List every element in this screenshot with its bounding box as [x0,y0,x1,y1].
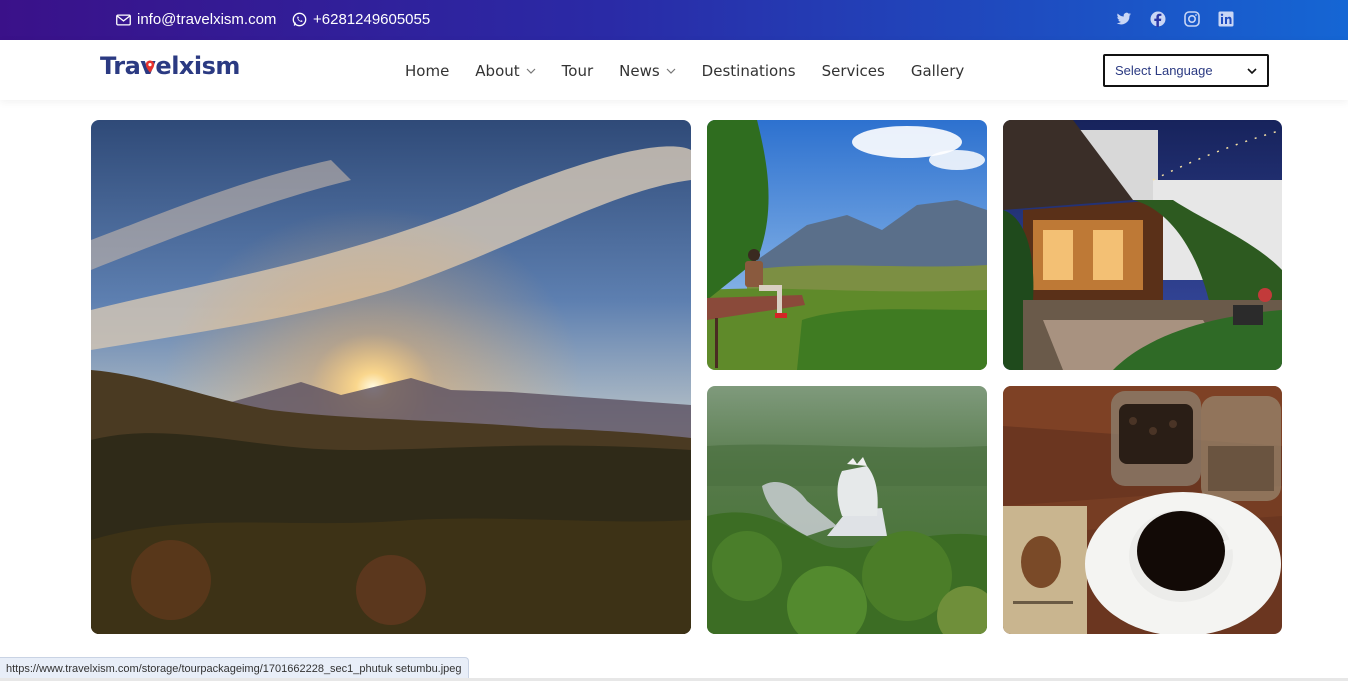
nav-menu: Home About Tour News Destinations Servic… [405,62,964,80]
gallery-image-coffee[interactable] [1003,386,1282,634]
email-text[interactable]: info@travelxism.com [137,11,276,28]
language-select-label: Select Language [1115,63,1213,78]
whatsapp-icon [292,12,307,27]
location-pin-icon [145,51,155,73]
status-url-text: https://www.travelxism.com/storage/tourp… [6,662,462,675]
email-contact[interactable]: info@travelxism.com [116,11,276,28]
phone-contact[interactable]: +6281249605055 [292,11,430,28]
nav-item-home[interactable]: Home [405,62,449,80]
envelope-icon [116,13,131,26]
brand-name: Travelxism [100,52,240,80]
social-links [1116,11,1234,27]
nav-label: Home [405,62,450,80]
nav-label: About [475,62,520,80]
top-bar: info@travelxism.com +6281249605055 [0,0,1348,40]
linkedin-icon[interactable] [1218,11,1234,27]
nav-label: Tour [561,62,594,80]
browser-status-url: https://www.travelxism.com/storage/tourp… [0,657,469,679]
gallery-image-cafe-night[interactable] [1003,120,1282,370]
nav-item-news[interactable]: News [619,62,676,80]
gallery-image-sunset[interactable] [91,120,691,634]
chevron-down-icon [526,68,536,74]
nav-item-tour[interactable]: Tour [562,62,593,80]
nav-label: Gallery [910,62,965,80]
nav-item-destinations[interactable]: Destinations [702,62,796,80]
nav-label: News [619,62,660,80]
language-select[interactable]: Select Language [1103,54,1269,87]
facebook-icon[interactable] [1150,11,1166,27]
site-logo[interactable]: Travelxism [100,52,240,80]
phone-text[interactable]: +6281249605055 [313,11,430,28]
nav-item-gallery[interactable]: Gallery [911,62,964,80]
nav-label: Services [821,62,885,80]
gallery-image-chicken-church[interactable] [707,386,987,634]
nav-item-services[interactable]: Services [822,62,885,80]
instagram-icon[interactable] [1184,11,1200,27]
nav-item-about[interactable]: About [475,62,536,80]
main-navbar: Travelxism Home About Tour News Destinat… [0,40,1348,100]
gallery-image-viewpoint[interactable] [707,120,987,370]
twitter-icon[interactable] [1116,11,1132,27]
chevron-down-icon [1247,67,1257,74]
chevron-down-icon [666,68,676,74]
nav-label: Destinations [701,62,796,80]
